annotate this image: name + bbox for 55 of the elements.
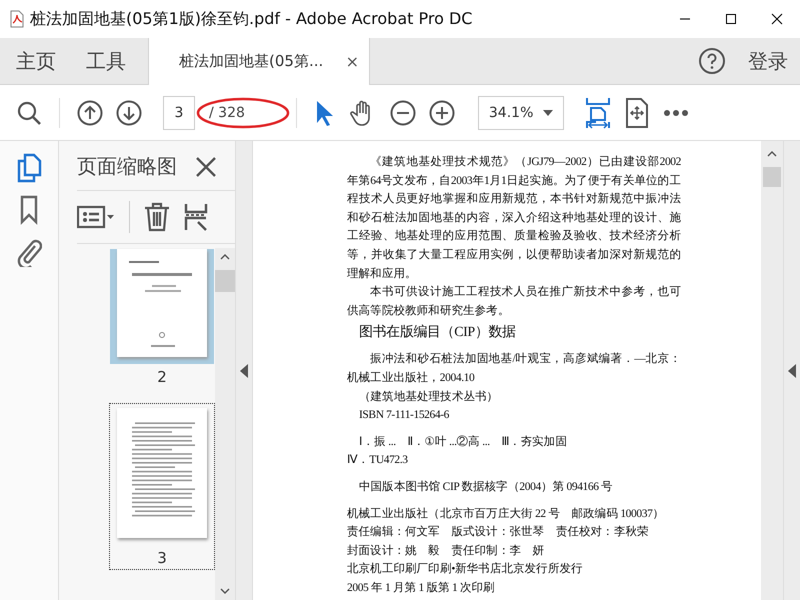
tab-close-button[interactable]: ×: [346, 52, 359, 71]
maximize-icon[interactable]: [725, 13, 737, 25]
zoom-dropdown[interactable]: 34.1%: [478, 96, 564, 130]
window-title: 桩法加固地基(05第1版)徐至钧.pdf - Adobe Acrobat Pro DC: [30, 8, 472, 30]
next-page-icon[interactable]: [116, 100, 142, 126]
scroll-up-icon[interactable]: [220, 254, 230, 260]
document-tab[interactable]: 桩法加固地基(05第... ×: [148, 38, 370, 85]
document-text: 《建筑地基处理技术规范》（JGJ79—2002）已由建设部2002年第64号文发布，自2003年1月1日起实施。为了便于有关单位的工程技术人员更好地掌握和应用新规范，本书针对新规范中振冲法和砂石桩法加固地基的内容，深入介绍这种地基处理的设计、施工经验、地基处理的应用范围、质量检验及验收、技术经济分析等，并收集了大量工程应用实例，以便帮助读者加深对新规范的理解和应用。: [347, 154, 681, 282]
zoom-in-icon[interactable]: [428, 100, 455, 126]
page-number-label: 3: [157, 549, 167, 567]
more-icon[interactable]: [662, 108, 689, 116]
collapse-arrow-icon[interactable]: [240, 364, 248, 378]
page-count: / 328: [209, 104, 245, 120]
close-icon[interactable]: [771, 13, 783, 25]
panel-title: 页面缩略图: [77, 153, 177, 180]
login-button[interactable]: 登录: [742, 38, 800, 84]
fit-width-icon[interactable]: [584, 96, 611, 130]
caret-icon[interactable]: [542, 110, 553, 116]
document-text: Ⅰ．振 ... Ⅱ．①叶 ...②高 ... Ⅲ．夯实加固: [358, 434, 568, 450]
page-number-label: 2: [157, 368, 167, 386]
document-tab-label[interactable]: 桩法加固地基(05第...: [179, 52, 324, 71]
bookmark-icon[interactable]: [19, 195, 39, 225]
document-text: 北京机工印刷厂印刷•新华书店北京发行所发行: [347, 561, 584, 578]
page-thumbnails-icon[interactable]: [16, 153, 42, 183]
document-text: 本书可供设计施工工程技术人员在推广新技术中参考，也可供高等院校教师和研究生参考。: [347, 284, 681, 319]
attachment-icon[interactable]: [16, 237, 42, 267]
document-text: （建筑地基处理技术丛书）: [358, 390, 500, 405]
document-text: Ⅳ．TU472.3: [347, 453, 409, 468]
document-text: 封面设计：姚 毅 责任印制：李 妍: [347, 544, 546, 559]
document-text: 中国版本图书馆 CIP 数据核字（2004）第 094166 号: [358, 479, 614, 495]
document-text: 责任编辑：何文军 版式设计：张世琴 责任校对：李秋荣: [347, 524, 650, 540]
help-icon[interactable]: [698, 47, 726, 75]
pdf-file-icon: [10, 10, 24, 28]
document-heading: 图书在版编目（CIP）数据: [359, 324, 517, 342]
nav-tab[interactable]: 主页: [0, 38, 64, 84]
crop-icon[interactable]: [184, 202, 208, 232]
scroll-down-icon[interactable]: [220, 588, 230, 594]
scrollbar-thumb[interactable]: [215, 270, 235, 292]
scrollbar-thumb[interactable]: [763, 167, 781, 187]
trash-icon[interactable]: [144, 202, 170, 232]
page-thumbnail[interactable]: [110, 249, 214, 364]
document-text: 振冲法和砂石桩法加固地基/叶观宝，高彦斌编著．—北京：机械工业出版社，2004.10: [347, 351, 681, 386]
close-icon[interactable]: [195, 156, 217, 178]
document-text: 机械工业出版社（北京市百万庄大街 22 号 邮政编码 100037）: [347, 506, 666, 522]
search-icon[interactable]: [16, 100, 42, 126]
expand-arrow-icon[interactable]: [788, 364, 796, 378]
previous-page-icon[interactable]: [77, 100, 103, 126]
document-text: 2005 年 1 月第 1 版第 1 次印刷: [347, 580, 496, 596]
page-number-field[interactable]: 3: [163, 96, 195, 130]
document-text: ISBN 7-111-15264-6: [358, 408, 450, 424]
scroll-up-icon[interactable]: [767, 151, 777, 157]
nav-tab[interactable]: 工具: [70, 38, 134, 84]
options-menu-icon[interactable]: [77, 205, 115, 229]
zoom-out-icon[interactable]: [390, 100, 416, 126]
page-fit-icon[interactable]: [624, 96, 650, 128]
